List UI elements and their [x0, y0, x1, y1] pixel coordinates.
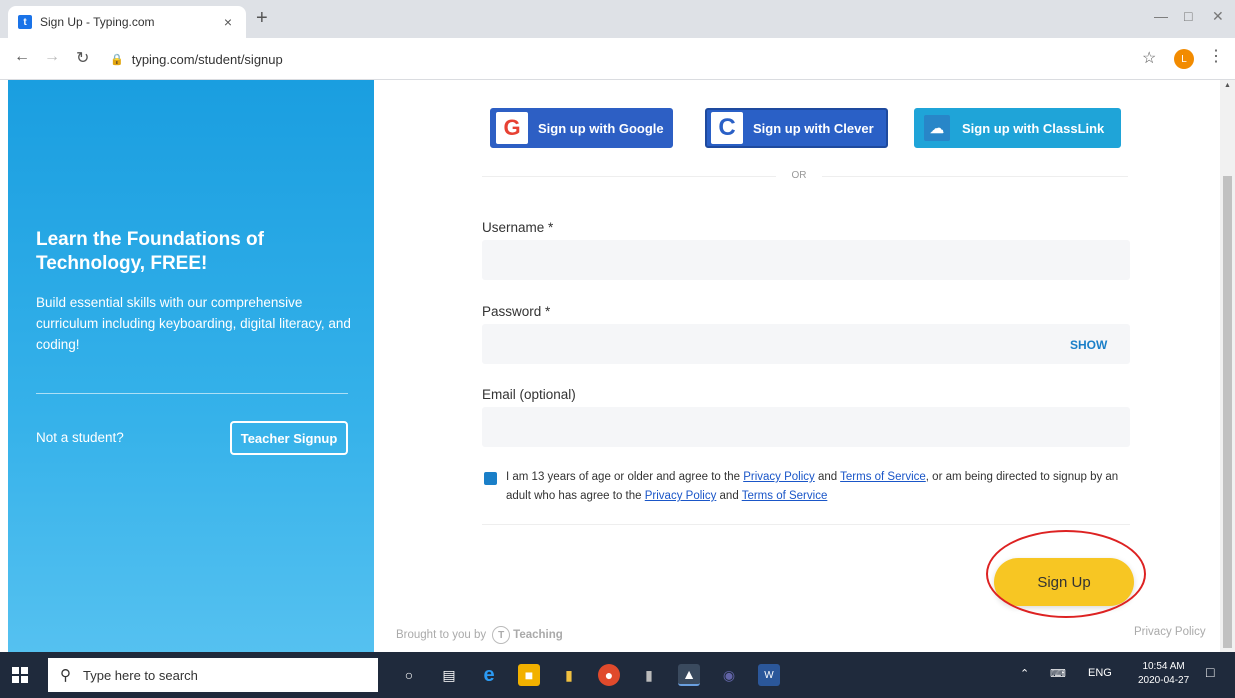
- clever-signup-button[interactable]: C Sign up with Clever: [705, 108, 888, 148]
- clever-icon: C: [711, 112, 743, 144]
- lightbulb-icon: T: [492, 626, 511, 644]
- url-text: typing.com/student/signup: [131, 51, 283, 67]
- promo-divider: [36, 393, 348, 394]
- privacy-policy-link[interactable]: Privacy Policy: [743, 471, 815, 483]
- promo-headline: Learn the Foundations of Technology, FRE…: [36, 229, 264, 274]
- url-bar[interactable]: 🔒 typing.com/student/signup: [110, 44, 1120, 74]
- terms-of-service-link-2[interactable]: Terms of Service: [742, 490, 828, 502]
- browser-tab[interactable]: t Sign Up - Typing.com ×: [8, 6, 246, 38]
- username-input[interactable]: [482, 240, 1130, 280]
- browser-menu-icon[interactable]: ⋮: [1208, 46, 1224, 66]
- search-icon: ⚲: [60, 667, 71, 684]
- clock-time: 10:54 AM: [1142, 661, 1185, 672]
- browser-tabbar: t Sign Up - Typing.com × + — □ ✕: [0, 0, 1235, 38]
- email-label: Email (optional): [482, 387, 576, 402]
- teaching-brand-text: Teaching: [513, 629, 563, 641]
- google-signup-button[interactable]: G Sign up with Google: [490, 108, 673, 148]
- username-label: Username *: [482, 220, 554, 235]
- forward-arrow-icon[interactable]: →: [44, 48, 60, 66]
- maximize-icon[interactable]: □: [1184, 8, 1192, 24]
- teams-icon[interactable]: ◉: [718, 664, 740, 686]
- classlink-signup-label: Sign up with ClassLink: [962, 120, 1105, 136]
- google-signup-label: Sign up with Google: [538, 120, 664, 136]
- or-text: OR: [776, 170, 822, 181]
- notification-icon[interactable]: □: [1206, 664, 1214, 680]
- signup-form-area: G Sign up with Google C Sign up with Cle…: [374, 80, 1220, 652]
- classlink-cloud-icon: ☁: [924, 115, 950, 141]
- clever-signup-label: Sign up with Clever: [753, 120, 874, 136]
- new-tab-button[interactable]: +: [256, 7, 268, 30]
- brought-by: Brought to you by T Teaching: [396, 626, 563, 644]
- edge-icon[interactable]: e: [478, 664, 500, 686]
- lock-icon: 🔒: [110, 53, 124, 66]
- address-toolbar: ← → ↻ 🔒 typing.com/student/signup ☆ L ⋮: [0, 38, 1235, 80]
- password-label: Password *: [482, 304, 551, 319]
- red-highlight-circle: [986, 530, 1146, 618]
- back-arrow-icon[interactable]: ←: [14, 48, 30, 66]
- tray-chevron-icon[interactable]: ⌃: [1020, 667, 1029, 680]
- promo-panel: Learn the Foundations of Technology, FRE…: [8, 80, 374, 652]
- reload-icon[interactable]: ↻: [76, 48, 89, 68]
- windows-start-icon[interactable]: [12, 667, 28, 683]
- store-icon[interactable]: ■: [518, 664, 540, 686]
- minimize-icon[interactable]: —: [1154, 8, 1168, 24]
- page-scrollbar[interactable]: ▲: [1220, 80, 1235, 652]
- word-icon[interactable]: W: [758, 664, 780, 686]
- scroll-up-icon[interactable]: ▲: [1224, 82, 1231, 89]
- not-student-text: Not a student?: [36, 430, 124, 445]
- promo-description: Build essential skills with our comprehe…: [36, 295, 351, 352]
- tab-title: Sign Up - Typing.com: [40, 15, 155, 29]
- show-password-toggle[interactable]: SHOW: [1070, 338, 1107, 352]
- file-explorer-icon[interactable]: ▮: [558, 664, 580, 686]
- keyboard-icon[interactable]: ⌨: [1050, 667, 1066, 680]
- brought-by-text: Brought to you by: [396, 629, 487, 641]
- form-divider: [482, 524, 1130, 525]
- usb-app-icon[interactable]: ▮: [638, 664, 660, 686]
- terms-text-part: I am 13 years of age or older and agree …: [506, 471, 744, 483]
- close-window-icon[interactable]: ✕: [1212, 8, 1224, 25]
- footer-privacy-link[interactable]: Privacy Policy: [1134, 626, 1206, 638]
- taskbar-clock[interactable]: 10:54 AM 2020-04-27: [1138, 660, 1189, 688]
- terms-and-text: and: [716, 490, 742, 502]
- terms-of-service-link[interactable]: Terms of Service: [840, 471, 926, 483]
- google-icon: G: [496, 112, 528, 144]
- language-indicator[interactable]: ENG: [1088, 667, 1112, 679]
- teacher-signup-button[interactable]: Teacher Signup: [230, 421, 348, 455]
- terms-and-text: and: [814, 471, 841, 483]
- windows-taskbar: ⚲ Type here to search ○ ▤ e ■ ▮ ● ▮ ▲ ◉ …: [0, 652, 1235, 698]
- chrome-icon[interactable]: ●: [598, 664, 620, 686]
- terms-text: I am 13 years of age or older and agree …: [506, 468, 1126, 506]
- bookmark-star-icon[interactable]: ☆: [1142, 48, 1156, 68]
- profile-avatar[interactable]: L: [1174, 49, 1194, 69]
- teaching-logo[interactable]: T Teaching: [492, 626, 563, 644]
- privacy-policy-link-2[interactable]: Privacy Policy: [645, 490, 717, 502]
- taskbar-search[interactable]: ⚲ Type here to search: [48, 658, 378, 692]
- password-input[interactable]: [482, 324, 1130, 364]
- close-tab-icon[interactable]: ×: [220, 14, 236, 30]
- vpn-app-icon[interactable]: ▲: [678, 664, 700, 686]
- typing-favicon-icon: t: [18, 15, 32, 29]
- clock-date: 2020-04-27: [1138, 675, 1190, 686]
- scrollbar-thumb[interactable]: [1223, 176, 1232, 648]
- terms-checkbox[interactable]: [484, 472, 497, 485]
- email-input[interactable]: [482, 407, 1130, 447]
- cortana-icon[interactable]: ○: [398, 664, 420, 686]
- classlink-signup-button[interactable]: ☁ Sign up with ClassLink: [914, 108, 1121, 148]
- task-view-icon[interactable]: ▤: [438, 664, 460, 686]
- search-placeholder: Type here to search: [83, 667, 198, 683]
